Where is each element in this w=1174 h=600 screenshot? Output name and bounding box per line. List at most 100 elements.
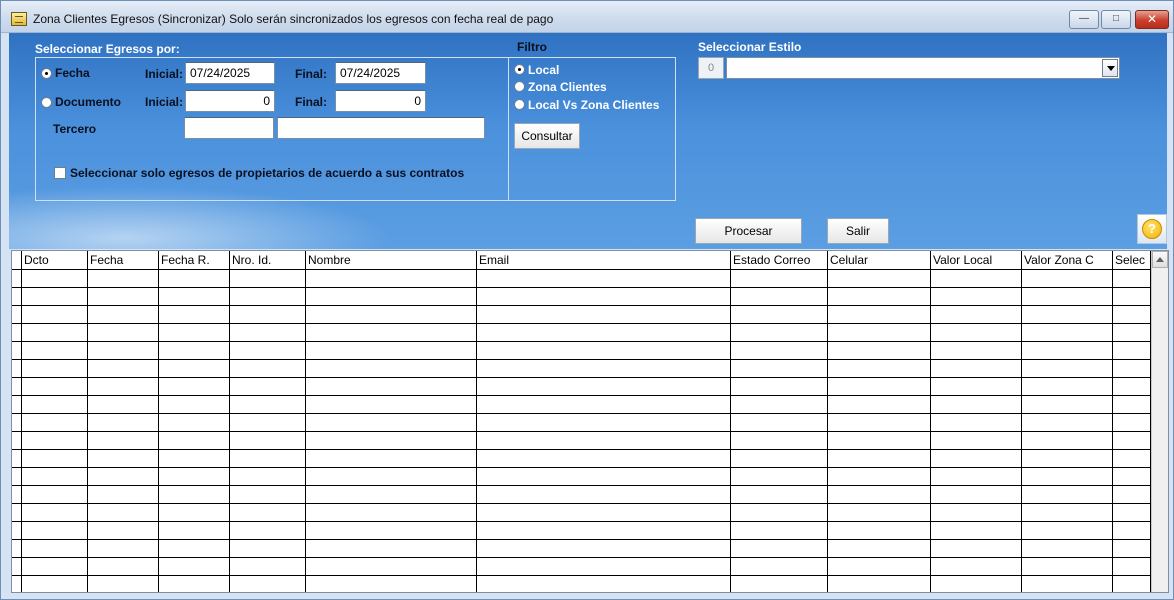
table-cell[interactable]: [88, 342, 159, 360]
table-row[interactable]: [12, 396, 1151, 414]
table-cell[interactable]: [731, 522, 828, 540]
table-cell[interactable]: [1022, 576, 1113, 592]
row-indicator[interactable]: [12, 270, 22, 288]
table-cell[interactable]: [230, 288, 306, 306]
table-cell[interactable]: [88, 360, 159, 378]
table-cell[interactable]: [22, 378, 88, 396]
chevron-down-icon[interactable]: [1102, 59, 1118, 77]
table-cell[interactable]: [731, 576, 828, 592]
table-cell[interactable]: [159, 360, 230, 378]
table-cell[interactable]: [828, 342, 931, 360]
table-cell[interactable]: [88, 414, 159, 432]
help-button[interactable]: ?: [1137, 214, 1167, 244]
table-cell[interactable]: [731, 414, 828, 432]
table-cell[interactable]: [159, 396, 230, 414]
table-cell[interactable]: [1022, 342, 1113, 360]
table-cell[interactable]: [477, 558, 731, 576]
table-cell[interactable]: [22, 396, 88, 414]
table-cell[interactable]: [1022, 378, 1113, 396]
table-cell[interactable]: [230, 540, 306, 558]
table-cell[interactable]: [477, 540, 731, 558]
table-cell[interactable]: [306, 504, 477, 522]
table-row[interactable]: [12, 504, 1151, 522]
column-header[interactable]: Valor Local: [931, 251, 1022, 270]
table-cell[interactable]: [1022, 504, 1113, 522]
table-cell[interactable]: [828, 558, 931, 576]
table-cell[interactable]: [1113, 432, 1151, 450]
table-cell[interactable]: [931, 504, 1022, 522]
column-header[interactable]: Celular: [828, 251, 931, 270]
table-cell[interactable]: [306, 540, 477, 558]
table-cell[interactable]: [230, 414, 306, 432]
table-cell[interactable]: [230, 342, 306, 360]
table-cell[interactable]: [931, 306, 1022, 324]
table-cell[interactable]: [22, 342, 88, 360]
fecha-inicial-input[interactable]: 07/24/2025: [185, 62, 275, 84]
table-cell[interactable]: [230, 450, 306, 468]
row-indicator[interactable]: [12, 324, 22, 342]
column-header[interactable]: Email: [477, 251, 731, 270]
table-cell[interactable]: [230, 396, 306, 414]
table-cell[interactable]: [1113, 558, 1151, 576]
table-cell[interactable]: [477, 396, 731, 414]
table-cell[interactable]: [22, 504, 88, 522]
table-row[interactable]: [12, 522, 1151, 540]
table-cell[interactable]: [22, 486, 88, 504]
table-cell[interactable]: [306, 306, 477, 324]
table-cell[interactable]: [931, 378, 1022, 396]
row-indicator[interactable]: [12, 486, 22, 504]
table-cell[interactable]: [1113, 270, 1151, 288]
table-cell[interactable]: [1113, 576, 1151, 592]
vertical-scrollbar[interactable]: [1151, 251, 1168, 592]
table-cell[interactable]: [88, 576, 159, 592]
table-cell[interactable]: [1113, 504, 1151, 522]
table-cell[interactable]: [230, 324, 306, 342]
table-cell[interactable]: [159, 450, 230, 468]
table-cell[interactable]: [731, 558, 828, 576]
table-cell[interactable]: [1022, 432, 1113, 450]
table-cell[interactable]: [88, 504, 159, 522]
table-cell[interactable]: [731, 288, 828, 306]
minimize-button[interactable]: —: [1069, 10, 1099, 29]
table-cell[interactable]: [1113, 288, 1151, 306]
table-cell[interactable]: [731, 468, 828, 486]
table-cell[interactable]: [22, 360, 88, 378]
table-cell[interactable]: [828, 270, 931, 288]
table-cell[interactable]: [931, 522, 1022, 540]
table-row[interactable]: [12, 270, 1151, 288]
table-cell[interactable]: [88, 378, 159, 396]
table-cell[interactable]: [731, 396, 828, 414]
table-cell[interactable]: [828, 450, 931, 468]
table-cell[interactable]: [828, 378, 931, 396]
table-row[interactable]: [12, 324, 1151, 342]
table-cell[interactable]: [931, 468, 1022, 486]
table-row[interactable]: [12, 360, 1151, 378]
table-cell[interactable]: [828, 468, 931, 486]
table-cell[interactable]: [1022, 486, 1113, 504]
table-cell[interactable]: [1113, 540, 1151, 558]
table-cell[interactable]: [230, 432, 306, 450]
column-header[interactable]: Nombre: [306, 251, 477, 270]
table-cell[interactable]: [477, 414, 731, 432]
table-cell[interactable]: [1022, 540, 1113, 558]
table-row[interactable]: [12, 468, 1151, 486]
table-cell[interactable]: [731, 540, 828, 558]
table-cell[interactable]: [731, 378, 828, 396]
table-cell[interactable]: [230, 270, 306, 288]
table-cell[interactable]: [88, 324, 159, 342]
table-cell[interactable]: [931, 486, 1022, 504]
row-indicator[interactable]: [12, 540, 22, 558]
egresos-grid[interactable]: Dcto Fecha Fecha R. Nro. Id. Nombre Email Esta…: [11, 250, 1169, 593]
row-indicator[interactable]: [12, 558, 22, 576]
table-cell[interactable]: [306, 288, 477, 306]
table-cell[interactable]: [22, 306, 88, 324]
table-cell[interactable]: [22, 468, 88, 486]
table-cell[interactable]: [828, 360, 931, 378]
table-cell[interactable]: [477, 360, 731, 378]
table-cell[interactable]: [159, 270, 230, 288]
table-cell[interactable]: [159, 504, 230, 522]
table-cell[interactable]: [159, 540, 230, 558]
table-cell[interactable]: [159, 576, 230, 592]
owners-only-checkbox[interactable]: [54, 167, 66, 179]
table-cell[interactable]: [931, 450, 1022, 468]
